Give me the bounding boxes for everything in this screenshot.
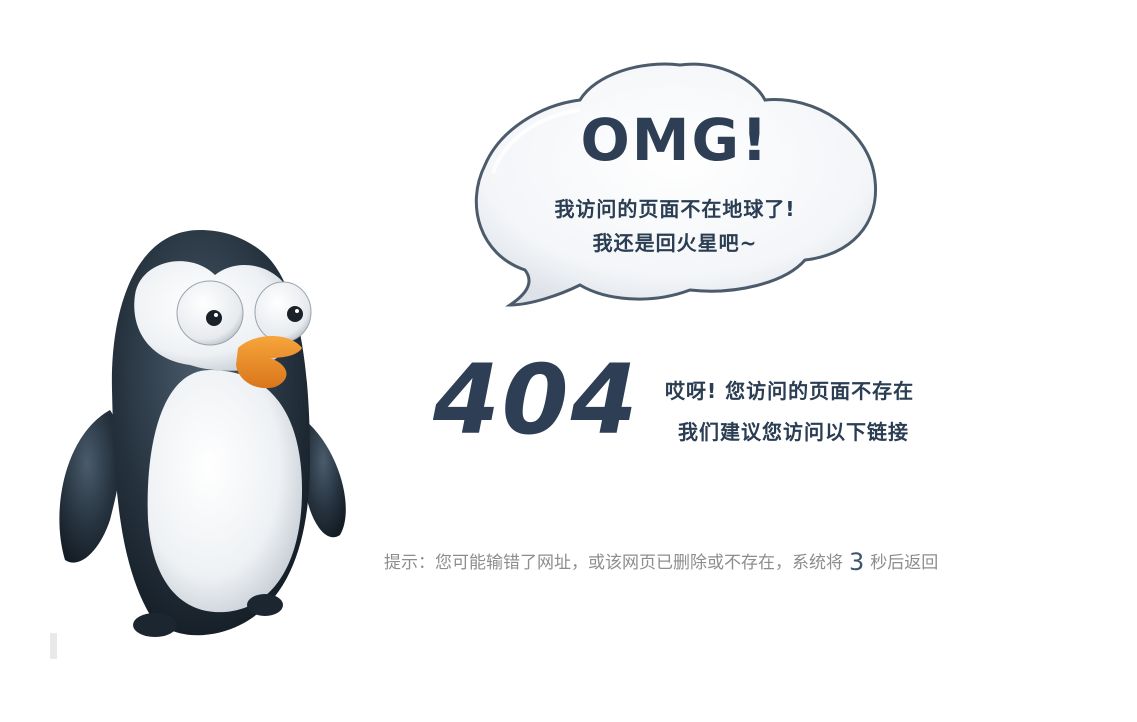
bubble-line-1: 我访问的页面不在地球了!	[554, 197, 796, 221]
redirect-hint: 提示：您可能输错了网址，或该网页已删除或不存在，系统将 3 秒后返回	[384, 548, 938, 576]
countdown-number: 3	[849, 548, 865, 576]
bubble-line-2: 我还是回火星吧~	[592, 231, 758, 255]
decorative-mark	[50, 633, 57, 659]
bubble-text: OMG! 我访问的页面不在地球了! 我还是回火星吧~	[465, 55, 885, 320]
error-message-line-2: 我们建议您访问以下链接	[678, 420, 909, 444]
error-page: OMG! 我访问的页面不在地球了! 我还是回火星吧~ 404 哎呀! 您访问的页…	[0, 0, 1137, 722]
error-message-line-1: 哎呀! 您访问的页面不存在	[665, 379, 915, 403]
omg-title: OMG!	[580, 106, 770, 174]
hint-suffix: 秒后返回	[870, 553, 939, 573]
error-code: 404	[433, 344, 640, 456]
penguin-illustration	[59, 230, 346, 637]
hint-prefix: 提示：您可能输错了网址，或该网页已删除或不存在，系统将	[384, 553, 843, 573]
